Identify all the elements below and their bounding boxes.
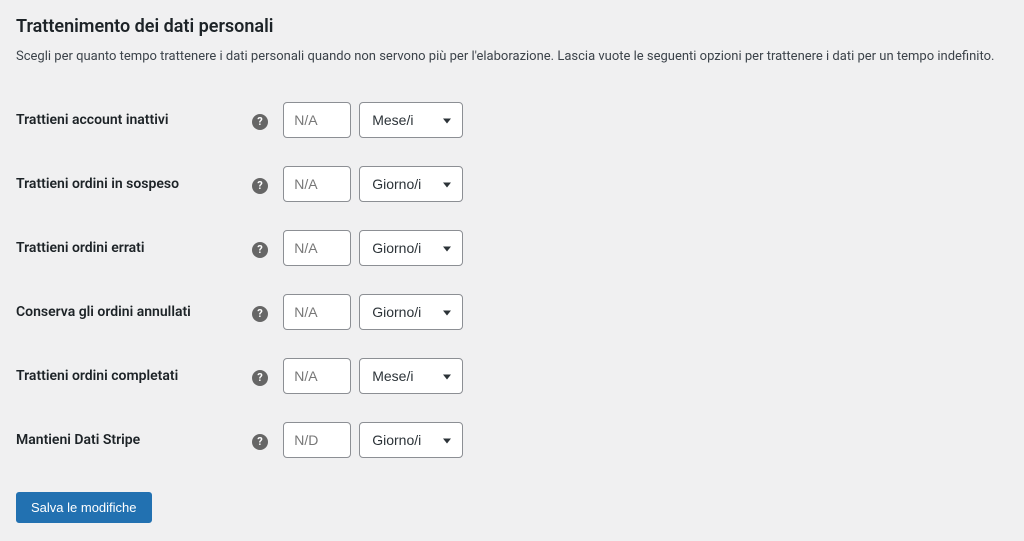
- retention-settings-table: Trattieni account inattivi ? Mese/i Trat…: [16, 88, 1008, 472]
- help-icon[interactable]: ?: [252, 178, 268, 194]
- retention-unit-select[interactable]: Giorno/i: [359, 230, 463, 266]
- help-icon[interactable]: ?: [252, 242, 268, 258]
- help-icon[interactable]: ?: [252, 370, 268, 386]
- retention-unit-select[interactable]: Giorno/i: [359, 166, 463, 202]
- row-label: Conserva gli ordini annullati: [16, 280, 252, 344]
- retention-number-input[interactable]: [283, 422, 351, 458]
- row-label: Trattieni ordini in sospeso: [16, 152, 252, 216]
- retention-number-input[interactable]: [283, 294, 351, 330]
- row-label: Trattieni ordini errati: [16, 216, 252, 280]
- retention-number-input[interactable]: [283, 358, 351, 394]
- help-icon[interactable]: ?: [252, 114, 268, 130]
- save-button[interactable]: Salva le modifiche: [16, 492, 152, 523]
- row-label: Trattieni ordini completati: [16, 344, 252, 408]
- retention-unit-select[interactable]: Giorno/i: [359, 294, 463, 330]
- retention-number-input[interactable]: [283, 166, 351, 202]
- help-icon[interactable]: ?: [252, 306, 268, 322]
- retention-number-input[interactable]: [283, 230, 351, 266]
- section-description: Scegli per quanto tempo trattenere i dat…: [16, 49, 1008, 64]
- row-label: Mantieni Dati Stripe: [16, 408, 252, 472]
- retention-unit-select[interactable]: Mese/i: [359, 102, 463, 138]
- retention-unit-select[interactable]: Giorno/i: [359, 422, 463, 458]
- row-label: Trattieni account inattivi: [16, 88, 252, 152]
- retention-unit-select[interactable]: Mese/i: [359, 358, 463, 394]
- section-heading: Trattenimento dei dati personali: [16, 16, 1008, 37]
- help-icon[interactable]: ?: [252, 434, 268, 450]
- retention-number-input[interactable]: [283, 102, 351, 138]
